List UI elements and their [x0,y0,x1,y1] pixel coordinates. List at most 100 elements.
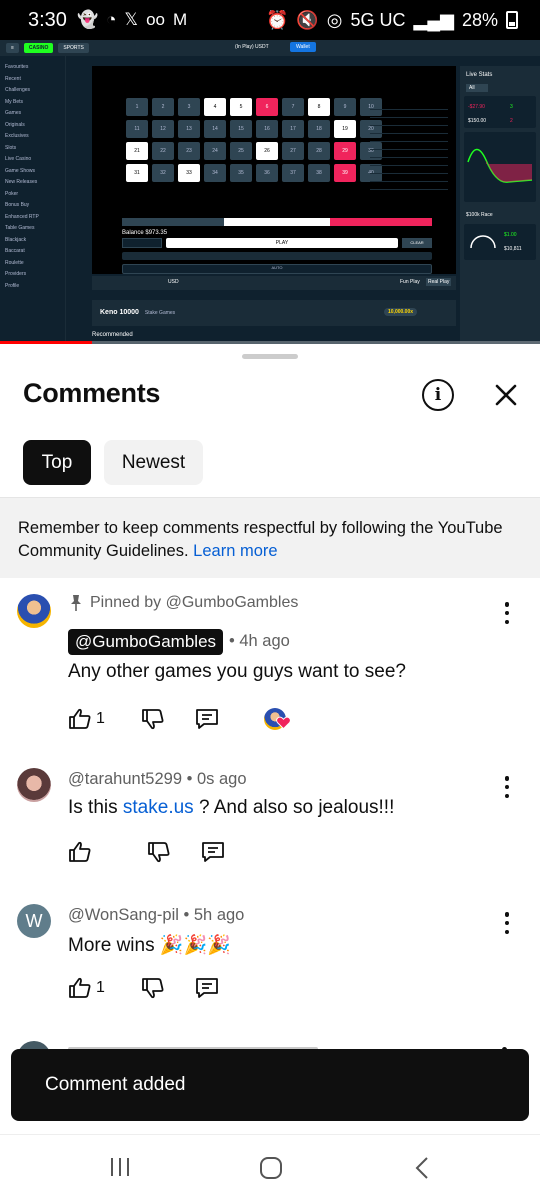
like-button[interactable] [68,840,92,864]
video-sidebar-item: Exclusives [5,133,29,139]
max-win-badge: 10,000.00x [384,308,418,316]
video-sidebar-item: Table Games [5,225,35,231]
reply-button[interactable] [200,840,226,864]
snapchat-icon: 👻 [76,10,99,29]
video-sidebar-item: Games [5,110,22,116]
dislike-button[interactable] [147,840,171,864]
video-sidebar-item: My Bets [5,98,24,105]
close-icon [495,384,517,406]
comment-menu-button[interactable] [500,776,514,798]
signal-icon: ▂▄▆ [413,9,454,30]
keno-cell: 27 [282,142,304,160]
video-sidebar-item: Recent [5,75,21,82]
avatar[interactable]: W [17,904,51,938]
comment-author[interactable]: @WonSang-pil [68,906,179,924]
voicemail-icon: oo [146,10,166,29]
keno-cell: 32 [152,164,174,182]
tab-newest[interactable]: Newest [104,440,203,485]
drag-handle[interactable] [242,354,298,359]
keno-cell: 2 [152,98,174,116]
keno-cell: 35 [230,164,252,182]
gmail-icon: M [173,10,188,29]
close-button[interactable] [490,379,522,411]
comment-text-end: ? And also so jealous!!! [193,797,395,818]
keno-controls: Balance $973.35 PLAY CLEAR AUTO [122,218,432,278]
dislike-button[interactable] [141,976,165,1000]
status-time: 3:30 [28,8,67,31]
video-sidebar-item: Bonus Buy [5,202,30,208]
info-button[interactable]: i [422,379,454,411]
keno-cell: 26 [256,142,278,160]
video-sidebar-item: Roulette [5,259,24,266]
video-player[interactable]: ≡ CASINO SPORTS (In Play) USDT Wallet Fa… [0,40,540,344]
comment-header: @WonSang-pil • 5h ago [68,906,244,925]
recents-button[interactable] [108,1155,132,1184]
keno-cell: 16 [256,120,278,138]
comment-text-start: Is this [68,797,123,818]
keno-cell: 4 [204,98,226,116]
recommended-label: Recommended [92,332,133,338]
home-button[interactable] [258,1155,284,1186]
keno-cell: 36 [256,164,278,182]
network-label: 5G UC [350,9,406,30]
video-sidebar-item: Enhanced RTP [5,213,39,220]
keno-cell: 13 [178,120,200,138]
keno-cell: 7 [282,98,304,116]
like-button[interactable]: 1 [68,976,105,1000]
comment-menu-button[interactable] [500,602,514,624]
comment-link[interactable]: stake.us [123,797,194,818]
play-button: PLAY [166,238,398,248]
like-count: 1 [96,710,105,727]
video-sidebar-item: Baccarat [5,248,25,254]
comment-author[interactable]: @GumboGambles [68,629,224,655]
comment-author[interactable]: @tarahunt5299 [68,770,182,788]
tab-top[interactable]: Top [23,440,91,485]
keno-cell: 37 [282,164,304,182]
like-button[interactable]: 1 [68,707,105,731]
status-bar: 3:30 👻 ◔ 𝕏 oo M ⏰ 🔇 ◎ 5G UC ▂▄▆ 28% [0,0,540,40]
live-stats-title: Live Stats [466,72,493,78]
learn-more-link[interactable]: Learn more [193,542,277,560]
clear-button: CLEAR [402,238,432,248]
thumbs-up-icon [69,841,91,862]
wallet-currency: USDT [255,44,269,50]
keno-cell: 29 [334,142,356,160]
comment-actions: 1 [68,706,292,732]
stat-wagered: $150.00 [468,118,487,124]
dislike-button[interactable] [141,707,165,731]
back-button[interactable] [412,1155,432,1186]
keno-cell: 9 [334,98,356,116]
reply-icon [202,842,224,862]
keno-cell: 17 [282,120,304,138]
comment-header: @tarahunt5299 • 0s ago [68,770,247,789]
keno-cell: 18 [308,120,330,138]
keno-cell: 8 [308,98,330,116]
reply-button[interactable] [194,976,220,1000]
stat-wins: 3 [510,104,513,110]
video-sidebar-item: Favourites [5,64,29,70]
keno-cell: 15 [230,120,252,138]
game-title-bar: Keno 10000 Stake Games 10,000.00x [92,300,456,326]
battery-icon [506,11,518,29]
system-icons: ⏰ 🔇 ◎ 5G UC ▂▄▆ 28% [266,10,518,31]
keno-cell: 24 [204,142,226,160]
game-footer: USD Fun Play Real Play [92,276,456,290]
keno-cell: 12 [152,120,174,138]
video-sidebar-item: Live Casino [5,156,32,162]
comment-time: • 4h ago [229,632,290,650]
keno-cell: 14 [204,120,226,138]
reply-icon [196,709,218,729]
race-wagered: $10,811 [504,246,522,252]
keno-grid: 1 2 3 4 5 6 7 8 9 10 11 12 13 14 15 16 17 18 19 20 21 22 23 24 2… [126,98,382,182]
reply-button[interactable] [194,707,220,731]
avatar[interactable] [17,768,51,802]
info-icon: i [434,385,442,405]
messenger-icon: ◔ [106,10,117,29]
avatar[interactable] [17,594,51,628]
reply-icon [196,978,218,998]
comment-menu-button[interactable] [500,912,514,934]
stat-losses: 2 [510,118,513,124]
video-sidebar-item: Poker [5,190,19,197]
menu-icon: ≡ [6,43,19,53]
comment-text: Any other games you guys want to see? [68,661,406,682]
